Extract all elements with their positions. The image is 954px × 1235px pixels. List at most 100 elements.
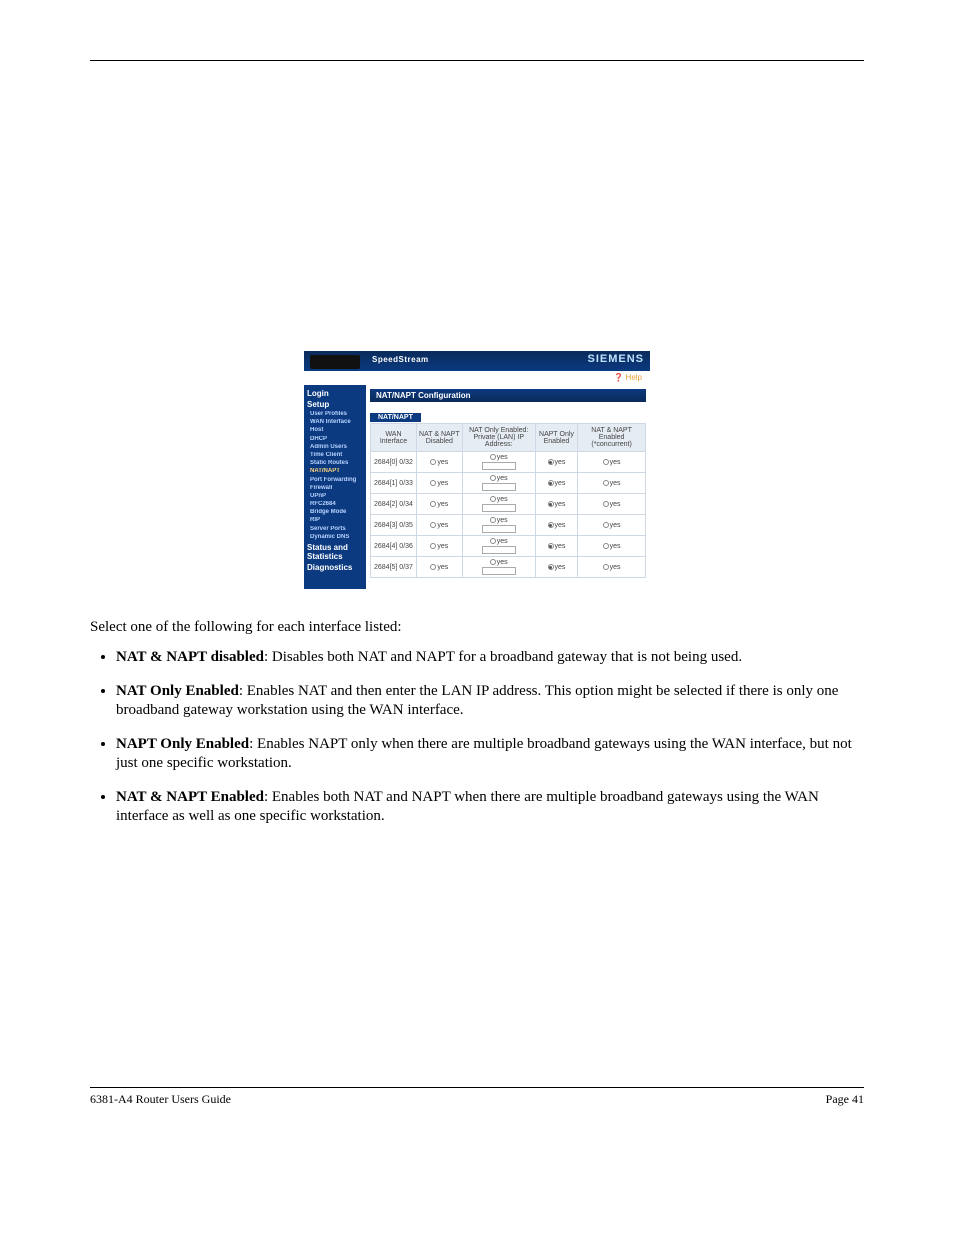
brand-text: SpeedStream (372, 355, 429, 364)
radio-icon[interactable] (430, 564, 436, 570)
footer-rule (90, 1087, 864, 1088)
radio-icon[interactable] (430, 522, 436, 528)
sidebar-item[interactable]: Server Ports (310, 526, 363, 533)
radio-icon[interactable] (548, 522, 554, 528)
radio-icon[interactable] (490, 517, 496, 523)
sidebar-item[interactable]: RFC2684 (310, 501, 363, 508)
sidebar-login[interactable]: Login (307, 389, 363, 398)
radio-icon[interactable] (603, 480, 609, 486)
config-table: WAN Interface NAT & NAPT Disabled NAT On… (370, 423, 646, 578)
cell-disabled[interactable]: yes (416, 494, 462, 515)
radio-icon[interactable] (548, 480, 554, 486)
radio-icon[interactable] (548, 564, 554, 570)
cell-both[interactable]: yes (578, 515, 646, 536)
config-screenshot: SpeedStream SIEMENS Help Login Setup Use… (304, 351, 650, 589)
radio-icon[interactable] (548, 543, 554, 549)
ip-input[interactable] (482, 567, 516, 575)
table-row: 2684[4] 0/36yesyesyesyes (371, 536, 646, 557)
radio-icon[interactable] (430, 459, 436, 465)
sidebar-item[interactable]: RIP (310, 517, 363, 524)
th-disabled: NAT & NAPT Disabled (416, 424, 462, 452)
cell-iface: 2684[0] 0/32 (371, 452, 417, 473)
sidebar-item[interactable]: Dynamic DNS (310, 534, 363, 541)
cell-naptonly[interactable]: yes (535, 515, 577, 536)
ip-input[interactable] (482, 546, 516, 554)
list-item: NAPT Only Enabled: Enables NAPT only whe… (116, 735, 864, 774)
radio-icon[interactable] (548, 501, 554, 507)
sidebar-item[interactable]: WAN Interface (310, 419, 363, 426)
radio-icon[interactable] (490, 475, 496, 481)
th-naptonly: NAPT Only Enabled (535, 424, 577, 452)
cell-naptonly[interactable]: yes (535, 494, 577, 515)
radio-icon[interactable] (490, 454, 496, 460)
cell-both[interactable]: yes (578, 557, 646, 578)
sidebar-item[interactable]: Time Client (310, 452, 363, 459)
radio-icon[interactable] (490, 538, 496, 544)
config-tbody: 2684[0] 0/32yesyesyesyes2684[1] 0/33yesy… (371, 452, 646, 578)
radio-icon[interactable] (490, 496, 496, 502)
help-link[interactable]: Help (614, 373, 642, 382)
tab-natnapt[interactable]: NAT/NAPT (370, 413, 421, 422)
cell-natonly[interactable]: yes (462, 557, 535, 578)
ip-input[interactable] (482, 504, 516, 512)
sidebar-item[interactable]: User Profiles (310, 411, 363, 418)
cell-disabled[interactable]: yes (416, 515, 462, 536)
th-natonly: NAT Only Enabled: Private (LAN) IP Addre… (462, 424, 535, 452)
panel-title: NAT/NAPT Configuration (370, 389, 646, 402)
cell-both[interactable]: yes (578, 536, 646, 557)
option-label: NAPT Only Enabled (116, 736, 249, 752)
sidebar-status[interactable]: Status and Statistics (307, 543, 363, 561)
radio-icon[interactable] (603, 501, 609, 507)
sidebar-item[interactable]: Port Forwarding (310, 477, 363, 484)
table-row: 2684[5] 0/37yesyesyesyes (371, 557, 646, 578)
cell-naptonly[interactable]: yes (535, 452, 577, 473)
sidebar-item[interactable]: Bridge Mode (310, 509, 363, 516)
cell-naptonly[interactable]: yes (535, 536, 577, 557)
option-text: : Disables both NAT and NAPT for a broad… (264, 649, 742, 665)
radio-icon[interactable] (548, 459, 554, 465)
sidebar-item[interactable]: Host (310, 427, 363, 434)
sidebar-item[interactable]: Firewall (310, 485, 363, 492)
cell-natonly[interactable]: yes (462, 536, 535, 557)
sidebar-setup[interactable]: Setup (307, 400, 363, 409)
sidebar: Login Setup User Profiles WAN Interface … (304, 385, 366, 589)
radio-icon[interactable] (430, 543, 436, 549)
radio-icon[interactable] (603, 459, 609, 465)
option-label: NAT & NAPT Enabled (116, 789, 264, 805)
radio-icon[interactable] (430, 480, 436, 486)
help-label: Help (626, 373, 642, 382)
sidebar-diagnostics[interactable]: Diagnostics (307, 563, 363, 572)
sidebar-item[interactable]: Static Routes (310, 460, 363, 467)
cell-natonly[interactable]: yes (462, 473, 535, 494)
cell-both[interactable]: yes (578, 494, 646, 515)
cell-naptonly[interactable]: yes (535, 473, 577, 494)
radio-icon[interactable] (603, 522, 609, 528)
sidebar-item[interactable]: Admin Users (310, 444, 363, 451)
cell-both[interactable]: yes (578, 473, 646, 494)
cell-naptonly[interactable]: yes (535, 557, 577, 578)
cell-iface: 2684[3] 0/35 (371, 515, 417, 536)
cell-disabled[interactable]: yes (416, 452, 462, 473)
cell-both[interactable]: yes (578, 452, 646, 473)
ip-input[interactable] (482, 525, 516, 533)
radio-icon[interactable] (430, 501, 436, 507)
cell-natonly[interactable]: yes (462, 452, 535, 473)
options-list: NAT & NAPT disabled: Disables both NAT a… (116, 648, 864, 827)
sidebar-item-active[interactable]: NAT/NAPT (310, 468, 363, 475)
cell-natonly[interactable]: yes (462, 515, 535, 536)
cell-iface: 2684[4] 0/36 (371, 536, 417, 557)
cell-disabled[interactable]: yes (416, 536, 462, 557)
ip-input[interactable] (482, 462, 516, 470)
footer: 6381-A4 Router Users Guide Page 41 (90, 1092, 864, 1107)
radio-icon[interactable] (603, 564, 609, 570)
ip-input[interactable] (482, 483, 516, 491)
shot-main: NAT/NAPT Configuration NAT/NAPT WAN Inte… (366, 385, 650, 589)
sidebar-item[interactable]: UPnP (310, 493, 363, 500)
cell-disabled[interactable]: yes (416, 557, 462, 578)
sidebar-item[interactable]: DHCP (310, 436, 363, 443)
radio-icon[interactable] (490, 559, 496, 565)
cell-natonly[interactable]: yes (462, 494, 535, 515)
cell-disabled[interactable]: yes (416, 473, 462, 494)
footer-left: 6381-A4 Router Users Guide (90, 1092, 231, 1107)
radio-icon[interactable] (603, 543, 609, 549)
